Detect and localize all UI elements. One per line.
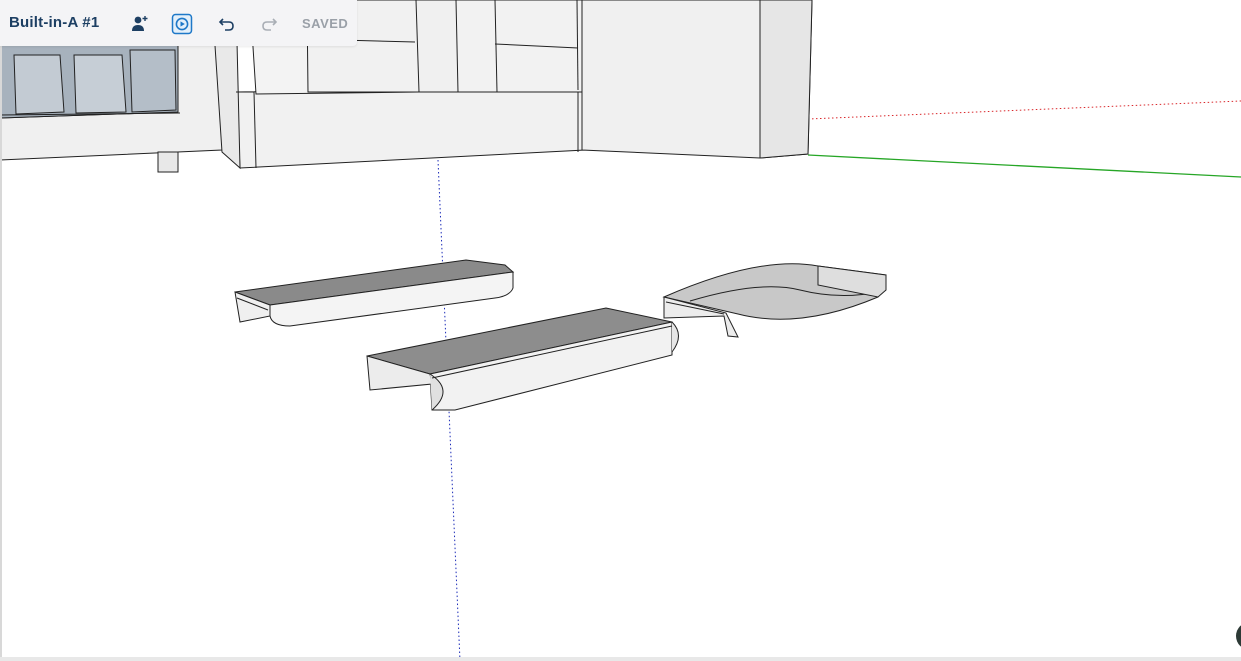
undo-button[interactable] [214,11,240,37]
red-axis [807,100,1241,120]
present-button[interactable] [169,11,195,37]
3d-viewport[interactable] [0,0,1241,661]
handle-rounded[interactable] [234,259,515,327]
save-status: SAVED [302,16,349,31]
add-collaborator-button[interactable] [127,11,153,37]
top-toolbar: Built-in-A #1 SAVED [0,0,357,46]
scene-canvas[interactable] [0,0,1241,661]
model-title[interactable]: Built-in-A #1 [9,14,99,31]
handle-long[interactable] [366,307,679,411]
viewport-left-border [0,0,2,661]
redo-button[interactable] [256,11,282,37]
undo-icon [218,18,234,31]
green-axis [807,154,1241,178]
play-circle-icon [171,13,193,35]
handle-wave[interactable] [662,263,887,338]
add-person-icon [132,16,148,31]
redo-icon [262,18,278,31]
viewport-bottom-border [0,657,1241,661]
